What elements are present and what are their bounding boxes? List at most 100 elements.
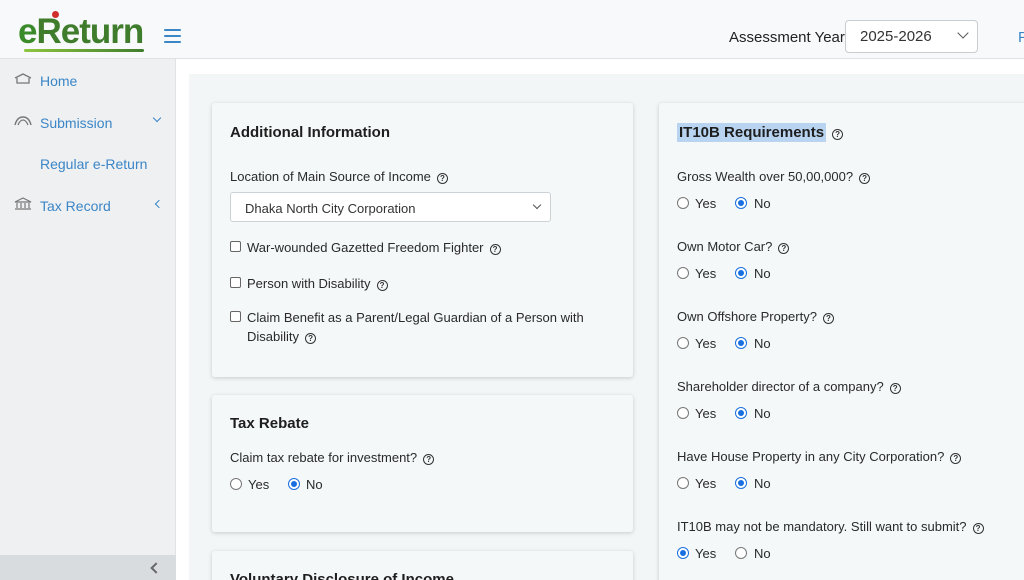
sidebar: Home Submission Regular e-Return Tax Rec… <box>0 59 176 580</box>
yes-radio[interactable] <box>677 477 689 489</box>
help-icon[interactable]: ? <box>859 173 871 184</box>
help-icon[interactable]: ? <box>822 313 834 324</box>
additional-information-card: Additional Information Location of Main … <box>212 103 633 377</box>
location-select[interactable]: Dhaka North City Corporation <box>230 192 551 222</box>
location-label-text: Location of Main Source of Income <box>230 169 431 184</box>
radio-label: No <box>754 336 771 351</box>
it10b-question: Own Motor Car?? <box>677 239 790 254</box>
help-icon[interactable]: ? <box>305 333 317 344</box>
question-text: Have House Property in any City Corporat… <box>677 449 945 464</box>
chevron-left-icon <box>150 562 162 574</box>
question-text: Own Motor Car? <box>677 239 773 254</box>
help-icon[interactable]: ? <box>489 244 501 255</box>
logo-dot-icon <box>52 11 59 18</box>
submission-icon <box>14 116 32 126</box>
war-wounded-checkbox[interactable] <box>230 241 241 252</box>
checkbox-label-text: Disability <box>247 329 300 344</box>
help-icon[interactable]: ? <box>950 453 962 464</box>
ereturn-logo[interactable]: eReturn <box>18 12 144 52</box>
help-icon[interactable]: ? <box>778 243 790 254</box>
question-text: IT10B may not be mandatory. Still want t… <box>677 519 967 534</box>
radio-label: Yes <box>695 266 717 281</box>
bank-icon <box>14 197 32 210</box>
it10b-question: IT10B may not be mandatory. Still want t… <box>677 519 984 534</box>
it10b-question: Gross Wealth over 50,00,000?? <box>677 169 871 184</box>
sidebar-item-tax-record[interactable]: Tax Record <box>0 187 176 221</box>
question-text: Claim tax rebate for investment? <box>230 450 418 465</box>
no-radio[interactable] <box>735 197 747 209</box>
radio-label: No <box>306 477 323 492</box>
yes-radio[interactable] <box>677 197 689 209</box>
chevron-left-icon <box>154 199 164 209</box>
location-select-value: Dhaka North City Corporation <box>245 201 416 216</box>
assessment-year-select[interactable]: 2025-2026 <box>845 20 978 53</box>
radio-label: Yes <box>695 406 717 421</box>
logo-e: e <box>18 12 37 51</box>
no-radio[interactable] <box>735 407 747 419</box>
checkbox-label-text: Person with Disability <box>247 276 371 291</box>
card-title: Tax Rebate <box>230 415 309 432</box>
sidebar-item-label: Home <box>40 73 78 89</box>
radio-label: Yes <box>695 336 717 351</box>
sidebar-item-regular-ereturn[interactable]: Regular e-Return <box>0 145 176 179</box>
header-right-link[interactable]: F <box>1018 29 1024 46</box>
it10b-requirements-card: IT10B Requirements? Gross Wealth over 50… <box>659 103 1024 580</box>
card-title: Voluntary Disclosure of Income <box>230 571 454 580</box>
it10b-question: Have House Property in any City Corporat… <box>677 449 962 464</box>
help-icon[interactable]: ? <box>832 129 844 140</box>
radio-label: No <box>754 476 771 491</box>
tax-rebate-yes-radio[interactable] <box>230 478 242 490</box>
help-icon[interactable]: ? <box>423 454 435 465</box>
yes-radio[interactable] <box>677 407 689 419</box>
radio-label: No <box>754 406 771 421</box>
question-text: Gross Wealth over 50,00,000? <box>677 169 854 184</box>
tax-rebate-no-radio[interactable] <box>288 478 300 490</box>
war-wounded-label: War-wounded Gazetted Freedom Fighter? <box>247 238 501 257</box>
chevron-down-icon <box>152 113 162 123</box>
help-icon[interactable]: ? <box>889 383 901 394</box>
top-header: eReturn Assessment Year 2025-2026 F <box>0 0 1024 59</box>
guardian-checkbox[interactable] <box>230 311 241 322</box>
checkbox-label-text: War-wounded Gazetted Freedom Fighter <box>247 240 484 255</box>
location-label: Location of Main Source of Income? <box>230 169 448 184</box>
no-radio[interactable] <box>735 477 747 489</box>
assessment-year-value: 2025-2026 <box>860 28 932 45</box>
tax-rebate-card: Tax Rebate Claim tax rebate for investme… <box>212 395 633 532</box>
radio-label: Yes <box>248 477 270 492</box>
yes-radio[interactable] <box>677 267 689 279</box>
sidebar-item-label: Tax Record <box>40 198 111 214</box>
radio-label: Yes <box>695 196 717 211</box>
radio-label: Yes <box>695 546 717 561</box>
radio-label: No <box>754 546 771 561</box>
disability-checkbox[interactable] <box>230 277 241 288</box>
sidebar-collapse-button[interactable] <box>0 555 176 580</box>
no-radio[interactable] <box>735 337 747 349</box>
disability-label: Person with Disability? <box>247 274 388 293</box>
yes-radio[interactable] <box>677 337 689 349</box>
chevron-down-icon <box>532 200 542 210</box>
sidebar-item-submission[interactable]: Submission <box>0 104 176 138</box>
home-icon <box>14 73 32 84</box>
it10b-question: Shareholder director of a company?? <box>677 379 901 394</box>
no-radio[interactable] <box>735 267 747 279</box>
it10b-title: IT10B Requirements? <box>677 123 844 142</box>
sidebar-item-home[interactable]: Home <box>0 62 176 96</box>
assessment-year-label: Assessment Year <box>729 29 845 46</box>
sidebar-item-label: Regular e-Return <box>40 156 148 172</box>
no-radio[interactable] <box>735 547 747 559</box>
logo-return: Return <box>36 12 144 51</box>
radio-label: No <box>754 196 771 211</box>
card-title: Additional Information <box>230 124 390 141</box>
checkbox-label-text: Claim Benefit as a Parent/Legal Guardian… <box>247 310 584 325</box>
logo-swoosh-icon <box>24 49 144 52</box>
radio-label: No <box>754 266 771 281</box>
help-icon[interactable]: ? <box>972 523 984 534</box>
question-text: Shareholder director of a company? <box>677 379 884 394</box>
help-icon[interactable]: ? <box>436 173 448 184</box>
sidebar-item-label: Submission <box>40 115 113 131</box>
help-icon[interactable]: ? <box>376 280 388 291</box>
it10b-question: Own Offshore Property?? <box>677 309 834 324</box>
hamburger-menu-icon[interactable] <box>164 29 181 43</box>
chevron-down-icon <box>957 27 969 39</box>
yes-radio[interactable] <box>677 547 689 559</box>
